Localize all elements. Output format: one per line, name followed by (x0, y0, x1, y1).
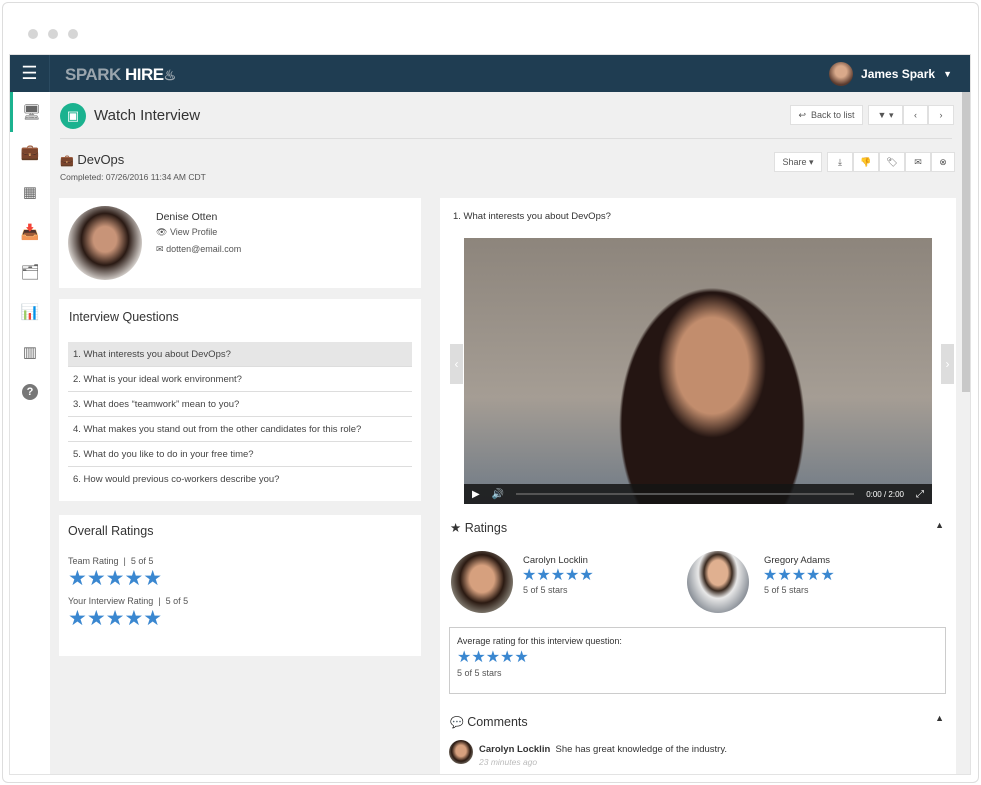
completed-date: Completed: 07/26/2016 11:34 AM CDT (60, 172, 206, 182)
fullscreen-icon[interactable]: ⤢ (916, 489, 924, 500)
overall-heading: Overall Ratings (68, 524, 154, 538)
caret-down-icon: ▼ (943, 69, 952, 79)
flame-icon: ♨ (163, 67, 177, 83)
overall-ratings-card: Overall Ratings Team Rating | 5 of 5 ★★★… (59, 515, 421, 656)
job-title: 💼 DevOps (60, 152, 125, 167)
divider (60, 138, 952, 139)
sidebar: 🖥 💼 ▦ 📥 🗂 📊 ▥ ? (10, 92, 50, 774)
rater-name: Carolyn Locklin (523, 555, 588, 566)
logo: SPARK HIRE♨ (65, 65, 177, 84)
download-icon[interactable]: ⤓ (827, 152, 853, 172)
ratings-heading: ★ Ratings (450, 521, 508, 535)
sidebar-item-calendar[interactable]: ▦ (10, 172, 50, 212)
monitor-icon: ▣ (60, 103, 86, 129)
close-circle-icon[interactable]: ⊗ (931, 152, 955, 172)
average-stars: ★★★★★ (457, 649, 529, 666)
briefcase-icon: 💼 (60, 155, 74, 167)
question-item[interactable]: 5. What do you like to do in your free t… (68, 442, 412, 467)
comment: Carolyn Locklin She has great knowledge … (479, 744, 727, 755)
comments-heading: 💬 Comments (450, 715, 528, 729)
rater-photo (451, 551, 513, 613)
avatar (829, 62, 854, 86)
user-name: James Spark (861, 67, 936, 81)
comment-avatar (449, 740, 473, 764)
previous-button[interactable]: ‹ (903, 105, 928, 125)
question-item[interactable]: 3. What does “teamwork” mean to you? (68, 392, 412, 417)
question-item[interactable]: 6. How would previous co-workers describ… (68, 467, 412, 492)
menu-icon[interactable]: ☰ (10, 55, 50, 92)
sidebar-item-jobs[interactable]: 💼 (10, 132, 50, 172)
sidebar-item-interviews[interactable]: 🖥 (10, 92, 50, 132)
average-label: Average rating for this interview questi… (457, 636, 622, 646)
video-time: 0:00 / 2:00 (866, 489, 904, 499)
back-to-list-button[interactable]: ↩ Back to list (790, 105, 863, 125)
questions-card: Interview Questions 1. What interests yo… (59, 299, 421, 501)
window-dot (28, 29, 38, 39)
user-menu[interactable]: James Spark ▼ (829, 62, 952, 86)
question-item[interactable]: 2. What is your ideal work environment? (68, 367, 412, 392)
page-title: Watch Interview (94, 107, 201, 124)
rater-photo (687, 551, 749, 613)
candidate-email[interactable]: ✉ dotten@email.com (156, 244, 241, 255)
video-question: 1. What interests you about DevOps? (453, 211, 611, 222)
rater-score: 5 of 5 stars (523, 585, 568, 595)
top-bar: ☰ SPARK HIRE♨ James Spark ▼ (10, 55, 970, 92)
share-button[interactable]: Share ▾ (774, 152, 822, 172)
window-dot (48, 29, 58, 39)
candidate-card: Denise Otten 👁 View Profile ✉ dotten@ema… (59, 198, 421, 288)
next-question-arrow[interactable]: › (941, 344, 954, 384)
reply-icon: ↩ (798, 109, 807, 120)
video-player[interactable]: ▶ 🔊 0:00 / 2:00 ⤢ (464, 238, 932, 504)
next-button[interactable]: › (928, 105, 954, 125)
team-rating-stars: ★★★★★ (68, 567, 163, 590)
thumbs-down-icon[interactable]: 👎 (853, 152, 879, 172)
sidebar-item-folders[interactable]: 🗂 (10, 252, 50, 292)
questions-heading: Interview Questions (69, 310, 179, 324)
video-panel: 1. What interests you about DevOps? ▶ 🔊 0… (440, 198, 956, 774)
sidebar-item-branding[interactable]: ▥ (10, 332, 50, 372)
comment-time: 23 minutes ago (479, 757, 538, 767)
comment-author: Carolyn Locklin (479, 744, 551, 755)
prev-question-arrow[interactable]: ‹ (450, 344, 463, 384)
your-rating-stars[interactable]: ★★★★★ (68, 608, 412, 629)
rater-stars: ★★★★★ (763, 567, 835, 584)
sidebar-item-reports[interactable]: 📊 (10, 292, 50, 332)
tags-icon[interactable]: 🏷 (879, 152, 905, 172)
play-icon[interactable]: ▶ (472, 489, 480, 500)
envelope-open-icon[interactable]: ✉ (905, 152, 931, 172)
rater-stars: ★★★★★ (522, 567, 594, 584)
volume-icon[interactable]: 🔊 (492, 489, 504, 500)
rater-name: Gregory Adams (764, 555, 830, 566)
candidate-name: Denise Otten (156, 211, 218, 223)
question-item[interactable]: 4. What makes you stand out from the oth… (68, 417, 412, 442)
comment-text: She has great knowledge of the industry. (555, 744, 728, 755)
scrollbar[interactable] (962, 92, 970, 392)
candidate-photo (68, 206, 142, 280)
collapse-ratings-icon[interactable]: ▲ (935, 520, 944, 530)
filter-button[interactable]: ▼ ▾ (868, 105, 903, 125)
question-item[interactable]: 1. What interests you about DevOps? (68, 342, 412, 367)
video-controls: ▶ 🔊 0:00 / 2:00 ⤢ (464, 484, 932, 504)
eye-icon: 👁 (156, 227, 168, 237)
envelope-icon: ✉ (156, 244, 164, 254)
star-icon: ★ (450, 521, 462, 535)
window-dot (68, 29, 78, 39)
collapse-comments-icon[interactable]: ▲ (935, 713, 944, 723)
video-progress[interactable] (516, 493, 855, 495)
view-profile-link[interactable]: 👁 View Profile (156, 227, 217, 238)
comments-icon: 💬 (450, 717, 464, 729)
average-score: 5 of 5 stars (457, 668, 502, 678)
rater-score: 5 of 5 stars (764, 585, 809, 595)
your-rating-label: Your Interview Rating | 5 of 5 (68, 596, 189, 606)
app-window: ☰ SPARK HIRE♨ James Spark ▼ 🖥 💼 ▦ 📥 🗂 📊 ▥… (9, 54, 971, 775)
average-rating-box: Average rating for this interview questi… (449, 627, 946, 694)
sidebar-item-help[interactable]: ? (10, 372, 50, 412)
sidebar-item-inbox[interactable]: 📥 (10, 212, 50, 252)
team-rating-label: Team Rating | 5 of 5 (68, 556, 154, 566)
